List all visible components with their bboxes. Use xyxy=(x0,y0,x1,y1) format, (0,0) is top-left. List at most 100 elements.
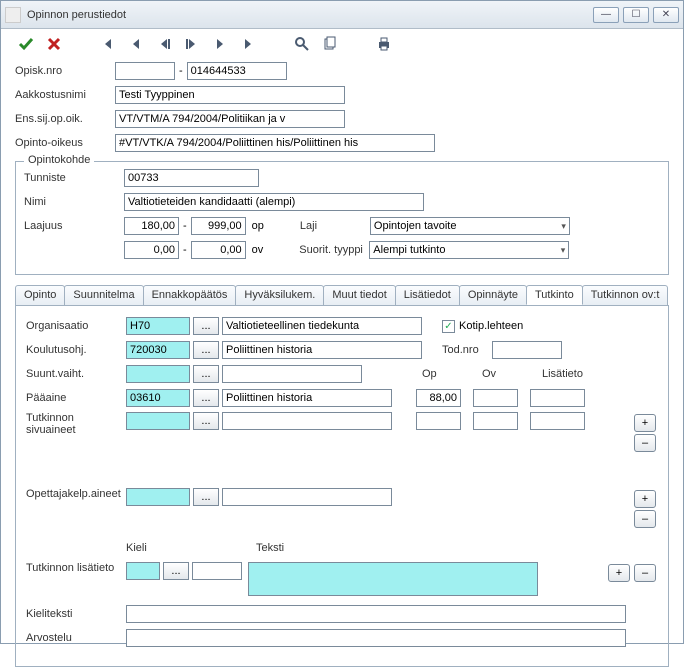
laajuus-label: Laajuus xyxy=(24,220,124,232)
op-label: op xyxy=(252,220,264,232)
teksti-label: Teksti xyxy=(256,542,284,554)
tlisa-add-button[interactable]: + xyxy=(608,564,630,582)
tlisa-teksti-textarea[interactable] xyxy=(248,562,538,596)
paaaine-browse-button[interactable]: ... xyxy=(193,389,219,407)
close-button[interactable]: ✕ xyxy=(653,7,679,23)
tlisa-remove-button[interactable]: – xyxy=(634,564,656,582)
kieliteksti-input[interactable] xyxy=(126,605,626,623)
sivuaine-remove-button[interactable]: – xyxy=(634,434,656,452)
paaaine-ov-input[interactable] xyxy=(473,389,518,407)
print-icon[interactable] xyxy=(373,33,395,55)
nav-first-icon[interactable] xyxy=(97,33,119,55)
laaj2a-input[interactable] xyxy=(124,241,179,259)
tlisa-browse-button[interactable]: ... xyxy=(163,562,189,580)
paaaine-op-input[interactable] xyxy=(416,389,461,407)
tab-opinto[interactable]: Opinto xyxy=(15,285,65,305)
aakkostusnimi-input[interactable] xyxy=(115,86,345,104)
cancel-icon[interactable] xyxy=(43,33,65,55)
sivuaine-name-input[interactable] xyxy=(222,412,392,430)
opinto-oikeus-label: Opinto-oikeus xyxy=(15,137,115,149)
opintokohde-group: Opintokohde Tunniste Nimi Laajuus - op L… xyxy=(15,161,669,275)
tab-muut-tiedot[interactable]: Muut tiedot xyxy=(323,285,395,305)
organisaatio-label: Organisaatio xyxy=(26,320,126,332)
tab-pane-tutkinto: Organisaatio ... Kotip.lehteen Koulutuso… xyxy=(15,306,669,667)
opisk-nro-a-input[interactable] xyxy=(115,62,175,80)
tunniste-label: Tunniste xyxy=(24,172,124,184)
nav-next-icon[interactable] xyxy=(209,33,231,55)
suuntvaiht-label: Suunt.vaiht. xyxy=(26,368,126,380)
opintokohde-legend: Opintokohde xyxy=(24,154,94,166)
tlisa-kieli-input[interactable] xyxy=(126,562,160,580)
tab-opinnayte[interactable]: Opinnäyte xyxy=(459,285,527,305)
suuntvaiht-code-input[interactable] xyxy=(126,365,190,383)
nimi-label: Nimi xyxy=(24,196,124,208)
titlebar: Opinnon perustiedot — ☐ ✕ xyxy=(1,1,683,29)
opisk-nro-b-input[interactable] xyxy=(187,62,287,80)
arvostelu-label: Arvostelu xyxy=(26,632,126,644)
ens-sij-label: Ens.sij.op.oik. xyxy=(15,113,115,125)
organisaatio-code-input[interactable] xyxy=(126,317,190,335)
kieli-label: Kieli xyxy=(126,542,176,554)
tlisa-lang-input[interactable] xyxy=(192,562,242,580)
suuntvaiht-name-input[interactable] xyxy=(222,365,362,383)
tab-suunnitelma[interactable]: Suunnitelma xyxy=(64,285,143,305)
laaj2b-input[interactable] xyxy=(191,241,246,259)
arvostelu-input[interactable] xyxy=(126,629,626,647)
organisaatio-name-input[interactable] xyxy=(222,317,422,335)
nav-prev-icon[interactable] xyxy=(125,33,147,55)
opettaja-name-input[interactable] xyxy=(222,488,392,506)
koulutusohj-code-input[interactable] xyxy=(126,341,190,359)
ens-sij-input[interactable] xyxy=(115,110,345,128)
nav-prevx-icon[interactable] xyxy=(153,33,175,55)
suorit-dropdown[interactable]: Alempi tutkinto xyxy=(369,241,569,259)
opinto-oikeus-input[interactable] xyxy=(115,134,435,152)
opettajakelp-label: Opettajakelp.aineet xyxy=(26,488,126,500)
sivuaineet-label: Tutkinnon sivuaineet xyxy=(26,412,126,436)
opettaja-add-button[interactable]: + xyxy=(634,490,656,508)
kotip-checkbox[interactable] xyxy=(442,320,455,333)
opettaja-browse-button[interactable]: ... xyxy=(193,488,219,506)
tab-ennakkopaatos[interactable]: Ennakkopäätös xyxy=(143,285,237,305)
sivuaine-lisatieto-input[interactable] xyxy=(530,412,585,430)
kieliteksti-label: Kieliteksti xyxy=(26,608,126,620)
koulutusohj-browse-button[interactable]: ... xyxy=(193,341,219,359)
toolbar xyxy=(1,29,683,59)
ok-icon[interactable] xyxy=(15,33,37,55)
organisaatio-browse-button[interactable]: ... xyxy=(193,317,219,335)
sivuaine-add-button[interactable]: + xyxy=(634,414,656,432)
koulutusohj-name-input[interactable] xyxy=(222,341,422,359)
paaaine-lisatieto-input[interactable] xyxy=(530,389,585,407)
sivuaine-browse-button[interactable]: ... xyxy=(193,412,219,430)
search-icon[interactable] xyxy=(291,33,313,55)
sivuaine-ov-input[interactable] xyxy=(473,412,518,430)
opettaja-code-input[interactable] xyxy=(126,488,190,506)
window: Opinnon perustiedot — ☐ ✕ Opisk.nro - Aa xyxy=(0,0,684,644)
laji-dropdown[interactable]: Opintojen tavoite xyxy=(370,217,570,235)
nimi-input[interactable] xyxy=(124,193,424,211)
tunniste-input[interactable] xyxy=(124,169,259,187)
lisatieto-col-label: Lisätieto xyxy=(542,368,583,380)
paaaine-name-input[interactable] xyxy=(222,389,392,407)
tab-tutkinnon-ovt[interactable]: Tutkinnon ov:t xyxy=(582,285,669,305)
copy-icon[interactable] xyxy=(319,33,341,55)
laaj1b-input[interactable] xyxy=(191,217,246,235)
koulutusohj-label: Koulutusohj. xyxy=(26,344,126,356)
suuntvaiht-browse-button[interactable]: ... xyxy=(193,365,219,383)
tab-hyvaksilukem[interactable]: Hyväksilukem. xyxy=(235,285,324,305)
sivuaine-code-input[interactable] xyxy=(126,412,190,430)
todnro-input[interactable] xyxy=(492,341,562,359)
paaaine-code-input[interactable] xyxy=(126,389,190,407)
nav-nextx-icon[interactable] xyxy=(181,33,203,55)
opettaja-remove-button[interactable]: – xyxy=(634,510,656,528)
nav-last-icon[interactable] xyxy=(237,33,259,55)
tab-lisatiedot[interactable]: Lisätiedot xyxy=(395,285,460,305)
op-col-label: Op xyxy=(422,368,462,380)
maximize-button[interactable]: ☐ xyxy=(623,7,649,23)
minimize-button[interactable]: — xyxy=(593,7,619,23)
tab-tutkinto[interactable]: Tutkinto xyxy=(526,285,583,305)
sivuaine-op-input[interactable] xyxy=(416,412,461,430)
tabs: Opinto Suunnitelma Ennakkopäätös Hyväksi… xyxy=(15,285,669,306)
kotip-label: Kotip.lehteen xyxy=(459,320,523,332)
laaj1a-input[interactable] xyxy=(124,217,179,235)
paaaine-label: Pääaine xyxy=(26,392,126,404)
